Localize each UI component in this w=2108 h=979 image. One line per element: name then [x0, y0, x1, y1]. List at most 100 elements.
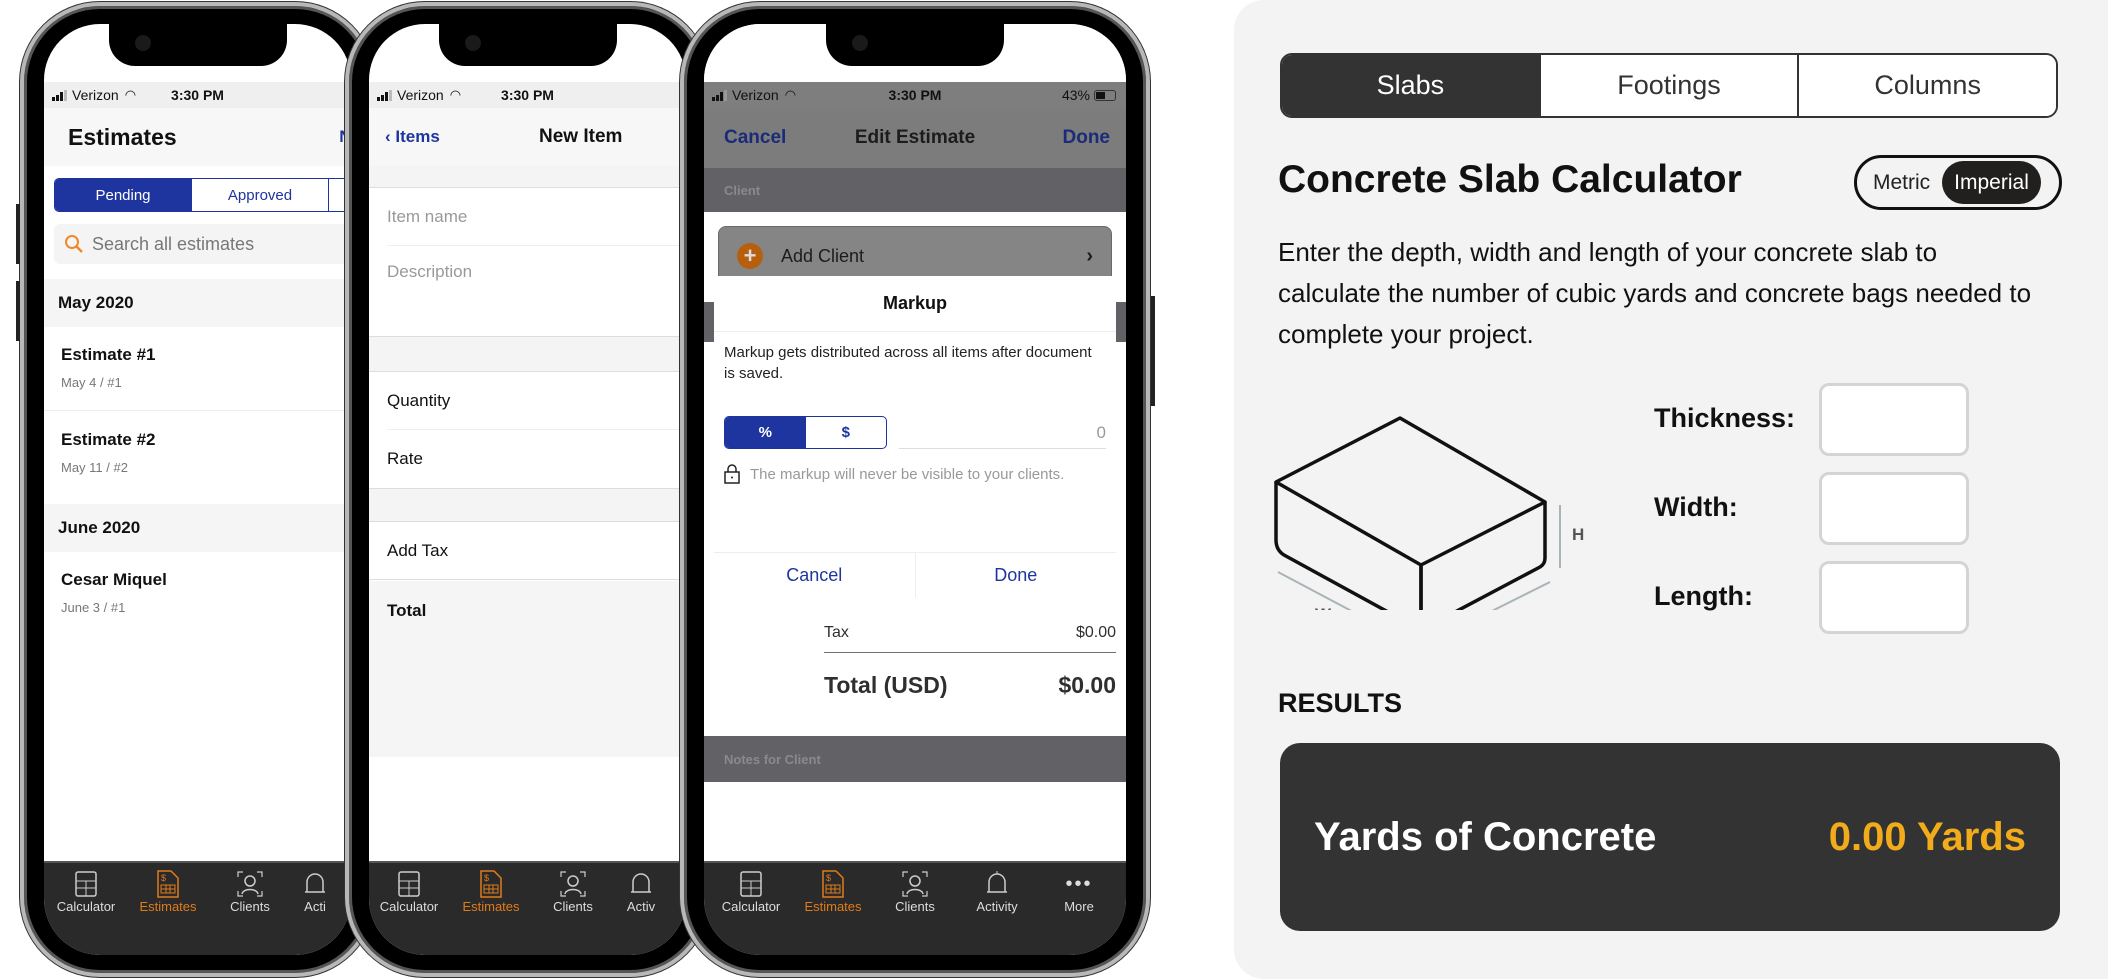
tab-footings[interactable]: Footings	[1540, 55, 1800, 116]
tab-activity[interactable]: Acti	[300, 869, 330, 931]
list-item[interactable]: Cesar Miquel June 3 / #1	[44, 552, 351, 636]
tab-label: Activity	[976, 899, 1018, 914]
unit-toggle: Metric Imperial	[1854, 155, 2062, 210]
section-header: May 2020	[44, 279, 351, 327]
item-name-input[interactable]: Item name	[387, 188, 686, 246]
tab-calculator[interactable]: Calculator	[719, 869, 783, 931]
page-title: New Item	[539, 126, 623, 147]
tab-clients[interactable]: Clients	[218, 869, 282, 931]
dialog-done-button[interactable]: Done	[916, 553, 1117, 598]
phone-new-item: Verizon ◠ 3:30 PM ‹ Items New Item Item …	[345, 2, 710, 977]
length-input[interactable]	[1819, 561, 1969, 634]
markup-value-input[interactable]: 0	[899, 416, 1106, 449]
result-value: 0.00 Yards	[1828, 814, 2026, 859]
unit-metric[interactable]: Metric	[1861, 161, 1942, 204]
tab-activity[interactable]: Activity	[965, 869, 1029, 931]
markup-dialog: Markup Markup gets distributed across al…	[714, 276, 1116, 598]
camera-icon	[134, 35, 151, 51]
carrier-label: Verizon	[72, 87, 119, 103]
slab-box-icon	[1274, 416, 1547, 610]
back-button[interactable]: ‹ Items	[385, 127, 440, 147]
estimate-document-icon: $	[480, 869, 502, 899]
tab-columns[interactable]: Columns	[1799, 55, 2056, 116]
back-label: Items	[395, 127, 440, 146]
tab-label: Acti	[304, 899, 326, 914]
tab-calculator[interactable]: Calculator	[54, 869, 118, 931]
edit-estimate-screen: Verizon ◠ 3:30 PM 43% Cancel Edit Estima…	[704, 24, 1126, 955]
result-label: Yards of Concrete	[1314, 814, 1657, 859]
segment-pending[interactable]: Pending	[55, 179, 192, 211]
tab-calculator[interactable]: Calculator	[377, 869, 441, 931]
calculator-type-tabs: Slabs Footings Columns	[1280, 53, 2058, 118]
tax-label: Tax	[824, 624, 849, 641]
battery-icon	[1094, 89, 1116, 101]
tab-label: Calculator	[379, 899, 439, 914]
list-item[interactable]: Estimate #2 May 11 / #2	[44, 412, 351, 496]
tab-clients[interactable]: Clients	[883, 869, 947, 931]
chevron-right-icon: ›	[1086, 244, 1093, 267]
tab-label: Estimates	[139, 899, 197, 914]
phone-estimates-list: Verizon ◠ 3:30 PM Estimates Ne Pending A…	[16, 2, 375, 977]
add-tax-row[interactable]: Add Tax	[369, 522, 686, 580]
estimates-screen: Verizon ◠ 3:30 PM Estimates Ne Pending A…	[44, 24, 351, 955]
battery-indicator: 43%	[1062, 87, 1116, 103]
estimate-document-icon: $	[822, 869, 844, 899]
tab-activity[interactable]: Activ	[623, 869, 659, 931]
tab-label: Activ	[626, 899, 656, 914]
percent-option[interactable]: %	[725, 417, 806, 448]
privacy-note: The markup will never be visible to your…	[724, 464, 1064, 484]
tab-label: Clients	[895, 899, 935, 914]
dialog-cancel-button[interactable]: Cancel	[714, 553, 916, 598]
segment-approved[interactable]: Approved	[192, 179, 329, 211]
tab-estimates[interactable]: $ Estimates	[459, 869, 523, 931]
calculator-description: Enter the depth, width and length of you…	[1278, 237, 2032, 349]
bell-icon	[303, 869, 327, 899]
cancel-button[interactable]: Cancel	[724, 127, 786, 149]
quantity-input[interactable]: Quantity	[387, 372, 686, 430]
phone-edit-estimate: Verizon ◠ 3:30 PM 43% Cancel Edit Estima…	[680, 2, 1155, 977]
phone-notch	[108, 24, 287, 66]
lock-icon	[724, 464, 740, 484]
dimension-arrows	[1277, 505, 1561, 610]
concrete-calculator-panel: Slabs Footings Columns Concrete Slab Cal…	[1234, 0, 2108, 979]
section-spacer	[369, 336, 686, 372]
nav-bar: Estimates Ne	[44, 108, 351, 166]
height-label: H	[1572, 525, 1584, 544]
dialog-actions: Cancel Done	[714, 552, 1116, 598]
done-button[interactable]: Done	[1063, 127, 1111, 149]
tab-estimates[interactable]: $ Estimates	[136, 869, 200, 931]
page-title: Estimates	[68, 123, 177, 150]
thickness-input[interactable]	[1819, 383, 1969, 456]
list-item[interactable]: Estimate #1 May 4 / #1	[44, 327, 351, 411]
notes-area[interactable]	[704, 792, 1126, 872]
tab-bar: Calculator $ Estimates Clients Activity …	[704, 861, 1126, 955]
wifi-icon: ◠	[784, 87, 797, 102]
tab-label: Estimates	[804, 899, 862, 914]
bell-icon	[629, 869, 653, 899]
section-header: June 2020	[44, 504, 351, 552]
signal-icon	[377, 89, 392, 101]
tab-clients[interactable]: Clients	[541, 869, 605, 931]
result-card: Yards of Concrete 0.00 Yards	[1280, 743, 2060, 931]
tax-value: $0.00	[1075, 624, 1116, 641]
client-icon	[560, 869, 586, 899]
width-input[interactable]	[1819, 472, 1969, 545]
client-icon	[237, 869, 263, 899]
search-input[interactable]: Search all estimates	[54, 224, 351, 264]
estimate-subtitle: May 4 / #1	[61, 375, 122, 390]
unit-imperial[interactable]: Imperial	[1942, 161, 2041, 204]
tab-slabs[interactable]: Slabs	[1282, 55, 1541, 116]
tab-more[interactable]: ••• More	[1047, 869, 1111, 931]
nav-bar: Cancel Edit Estimate Done	[704, 108, 1126, 168]
status-bar: Verizon ◠ 3:30 PM 43%	[704, 82, 1126, 108]
dollar-option[interactable]: $	[806, 417, 887, 448]
total-value: $0.00	[1058, 672, 1116, 698]
client-icon	[902, 869, 928, 899]
rate-input[interactable]: Rate	[387, 430, 686, 488]
status-segmented-control: Pending Approved	[54, 178, 351, 212]
svg-text:$: $	[484, 873, 489, 883]
tab-estimates[interactable]: $ Estimates	[801, 869, 865, 931]
plus-circle-icon: +	[737, 243, 763, 269]
description-input[interactable]: Description	[387, 246, 686, 336]
length-label: Length:	[1654, 581, 1753, 611]
